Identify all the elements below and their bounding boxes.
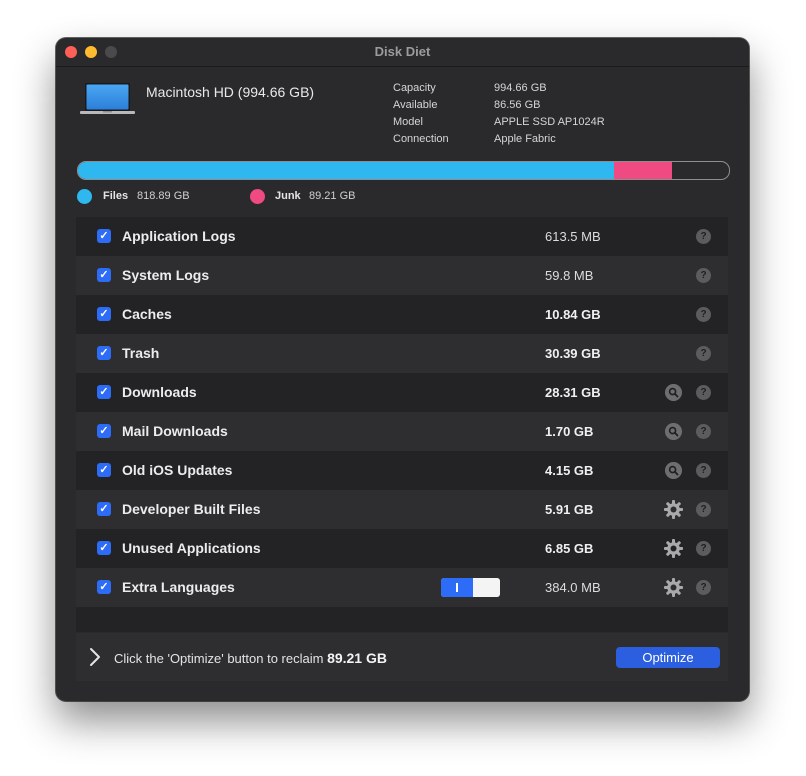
help-icon[interactable]: ? (696, 424, 711, 439)
checkbox[interactable]: ✓ (97, 463, 111, 477)
checkbox[interactable]: ✓ (97, 424, 111, 438)
list-item[interactable]: ✓ Application Logs 613.5 MB ? (76, 217, 728, 256)
junk-legend-value: 89.21 GB (309, 190, 356, 202)
junk-legend-label: Junk (275, 190, 301, 202)
item-size: 59.8 MB (545, 268, 594, 283)
magnifier-icon[interactable] (665, 384, 682, 401)
title-bar: Disk Diet (56, 38, 749, 67)
junk-legend-swatch (250, 189, 265, 204)
gear-icon[interactable] (663, 538, 684, 559)
item-size: 1.70 GB (545, 424, 594, 439)
model-value: APPLE SSD AP1024R (494, 116, 605, 128)
help-icon[interactable]: ? (696, 307, 711, 322)
cleanup-items-list: ✓ Application Logs 613.5 MB ? ✓ System L… (76, 217, 728, 632)
help-icon[interactable]: ? (696, 463, 711, 478)
usage-bar-files-segment (78, 162, 614, 179)
capacity-value: 994.66 GB (494, 82, 547, 94)
help-icon[interactable]: ? (696, 229, 711, 244)
capacity-label: Capacity (393, 82, 436, 94)
item-size: 30.39 GB (545, 346, 601, 361)
model-label: Model (393, 116, 423, 128)
checkbox[interactable]: ✓ (97, 580, 111, 594)
list-item[interactable]: ✓ Unused Applications 6.85 GB ? (76, 529, 728, 568)
list-item[interactable]: ✓ Downloads 28.31 GB ? (76, 373, 728, 412)
reclaim-message: Click the 'Optimize' button to reclaim 8… (114, 650, 387, 666)
connection-value: Apple Fabric (494, 133, 556, 145)
checkbox[interactable]: ✓ (97, 346, 111, 360)
disk-name: Macintosh HD (994.66 GB) (146, 84, 315, 100)
list-item[interactable]: ✓ Caches 10.84 GB ? (76, 295, 728, 334)
available-value: 86.56 GB (494, 99, 541, 111)
magnifier-icon[interactable] (665, 462, 682, 479)
help-icon[interactable]: ? (696, 541, 711, 556)
help-icon[interactable]: ? (696, 385, 711, 400)
available-label: Available (393, 99, 438, 111)
item-label: Unused Applications (122, 540, 261, 556)
item-label: Mail Downloads (122, 423, 228, 439)
optimize-button[interactable]: Optimize (616, 647, 720, 668)
help-icon[interactable]: ? (696, 580, 711, 595)
app-window: Disk Diet Macintosh HD (994.66 GB) Capac… (56, 38, 749, 701)
reclaim-amount: 89.21 GB (327, 650, 387, 666)
list-item[interactable]: ✓ Mail Downloads 1.70 GB ? (76, 412, 728, 451)
magnifier-icon[interactable] (665, 423, 682, 440)
item-size: 28.31 GB (545, 385, 601, 400)
item-size: 4.15 GB (545, 463, 594, 478)
gear-icon[interactable] (663, 499, 684, 520)
toggle-knob (473, 578, 500, 597)
item-size: 6.85 GB (545, 541, 594, 556)
item-label: Downloads (122, 384, 197, 400)
disk-usage-bar (77, 161, 730, 180)
item-label: Developer Built Files (122, 501, 261, 517)
reclaim-message-text: Click the 'Optimize' button to reclaim (114, 651, 324, 666)
item-size: 613.5 MB (545, 229, 601, 244)
list-item[interactable]: ✓ System Logs 59.8 MB ? (76, 256, 728, 295)
item-label: System Logs (122, 267, 210, 283)
list-item[interactable]: ✓ Old iOS Updates 4.15 GB ? (76, 451, 728, 490)
help-icon[interactable]: ? (696, 268, 711, 283)
languages-toggle-switch[interactable] (441, 578, 500, 597)
list-item[interactable]: ✓ Developer Built Files 5.91 GB ? (76, 490, 728, 529)
list-item[interactable]: ✓ Extra Languages 384.0 MB ? (76, 568, 728, 607)
gear-icon[interactable] (663, 577, 684, 598)
files-legend-value: 818.89 GB (137, 190, 190, 202)
item-size: 10.84 GB (545, 307, 601, 322)
checkbox[interactable]: ✓ (97, 229, 111, 243)
checkbox[interactable]: ✓ (97, 541, 111, 555)
checkbox[interactable]: ✓ (97, 307, 111, 321)
item-label: Application Logs (122, 228, 236, 244)
footer-bar: Click the 'Optimize' button to reclaim 8… (76, 633, 728, 681)
item-label: Trash (122, 345, 160, 361)
files-legend-swatch (77, 189, 92, 204)
usage-bar-junk-segment (613, 162, 673, 179)
window-title: Disk Diet (374, 44, 431, 59)
item-label: Old iOS Updates (122, 462, 233, 478)
checkbox[interactable]: ✓ (97, 268, 111, 282)
item-label: Caches (122, 306, 172, 322)
help-icon[interactable]: ? (696, 346, 711, 361)
item-label: Extra Languages (122, 579, 235, 595)
list-item[interactable]: ✓ Trash 30.39 GB ? (76, 334, 728, 373)
help-icon[interactable]: ? (696, 502, 711, 517)
item-size: 384.0 MB (545, 580, 601, 595)
item-size: 5.91 GB (545, 502, 594, 517)
checkbox[interactable]: ✓ (97, 502, 111, 516)
connection-label: Connection (393, 133, 449, 145)
toggle-on-segment (441, 578, 473, 597)
files-legend-label: Files (103, 190, 129, 202)
chevron-right-icon[interactable] (87, 646, 103, 668)
laptop-icon (80, 83, 135, 114)
checkbox[interactable]: ✓ (97, 385, 111, 399)
